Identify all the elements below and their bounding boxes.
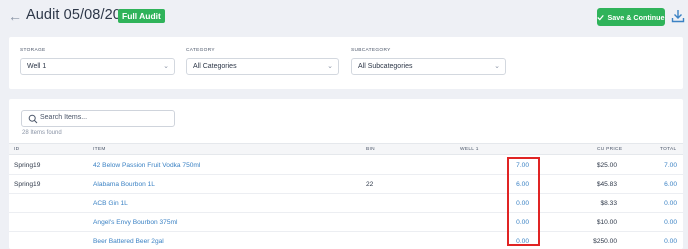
row-price: $10.00 (596, 219, 617, 226)
check-icon (597, 14, 605, 21)
chevron-down-icon: ⌄ (494, 63, 500, 70)
search-placeholder: Search Items... (40, 114, 88, 121)
row-item-link[interactable]: Beer Battered Beer 2gal (93, 238, 164, 245)
row-item-link[interactable]: Alabama Bourbon 1L (93, 181, 155, 188)
items-found-count: 28 Items found (22, 130, 62, 136)
col-price[interactable]: CU PRICE (597, 147, 622, 152)
table-row: Angel's Envy Bourbon 375ml 0.00 $10.00 0… (9, 213, 683, 232)
subcategory-value: All Subcategories (358, 63, 413, 70)
col-item[interactable]: ITEM (93, 147, 106, 152)
col-id[interactable]: ID (14, 147, 19, 152)
row-item-link[interactable]: ACB Gin 1L (93, 200, 128, 207)
row-total: 7.00 (664, 162, 677, 169)
save-continue-button[interactable]: Save & Continue (597, 8, 665, 26)
row-total: 0.00 (664, 219, 677, 226)
table-header: ID ITEM BIN WELL 1 CU PRICE TOTAL (9, 143, 683, 155)
col-well[interactable]: WELL 1 (460, 147, 479, 152)
chevron-down-icon: ⌄ (163, 63, 169, 70)
search-icon (28, 114, 38, 124)
audit-type-badge: Full Audit (118, 9, 165, 23)
row-total: 0.00 (664, 238, 677, 245)
row-id: Spring19 (14, 162, 41, 169)
row-total: 0.00 (664, 200, 677, 207)
subcategory-select[interactable]: All Subcategories ⌄ (351, 58, 506, 75)
table-row: Spring19 42 Below Passion Fruit Vodka 75… (9, 156, 683, 175)
row-total: 6.00 (664, 181, 677, 188)
download-icon[interactable] (671, 9, 685, 23)
row-price: $45.83 (596, 181, 617, 188)
row-id: Spring19 (14, 181, 41, 188)
items-table-card: Search Items... 28 Items found ID ITEM B… (9, 99, 683, 249)
subcategory-label: SUBCATEGORY (351, 48, 391, 53)
category-label: CATEGORY (186, 48, 215, 53)
filters-panel: STORAGE Well 1 ⌄ CATEGORY All Categories… (9, 37, 683, 89)
row-item-link[interactable]: Angel's Envy Bourbon 375ml (93, 219, 177, 226)
col-bin[interactable]: BIN (366, 147, 375, 152)
col-total[interactable]: TOTAL (660, 147, 677, 152)
table-row: Spring19 Alabama Bourbon 1L 22 6.00 $45.… (9, 175, 683, 194)
row-price: $250.00 (593, 238, 617, 245)
row-item-link[interactable]: 42 Below Passion Fruit Vodka 750ml (93, 162, 200, 169)
category-value: All Categories (193, 63, 237, 70)
top-bar: ← Audit 05/08/2019 Full Audit Save & Con… (0, 0, 688, 34)
well-column-highlight (507, 157, 540, 246)
arrow-left-icon[interactable]: ← (8, 9, 22, 23)
storage-value: Well 1 (27, 63, 47, 70)
row-price: $25.00 (596, 162, 617, 169)
table-row: ACB Gin 1L 0.00 $8.33 0.00 (9, 194, 683, 213)
category-select[interactable]: All Categories ⌄ (186, 58, 339, 75)
row-price: $8.33 (600, 200, 617, 207)
search-input[interactable]: Search Items... (21, 110, 175, 127)
storage-select[interactable]: Well 1 ⌄ (20, 58, 175, 75)
storage-label: STORAGE (20, 48, 46, 53)
chevron-down-icon: ⌄ (327, 63, 333, 70)
table-row: Beer Battered Beer 2gal 0.00 $250.00 0.0… (9, 232, 683, 249)
save-continue-label: Save & Continue (607, 12, 665, 22)
row-bin: 22 (366, 181, 374, 188)
